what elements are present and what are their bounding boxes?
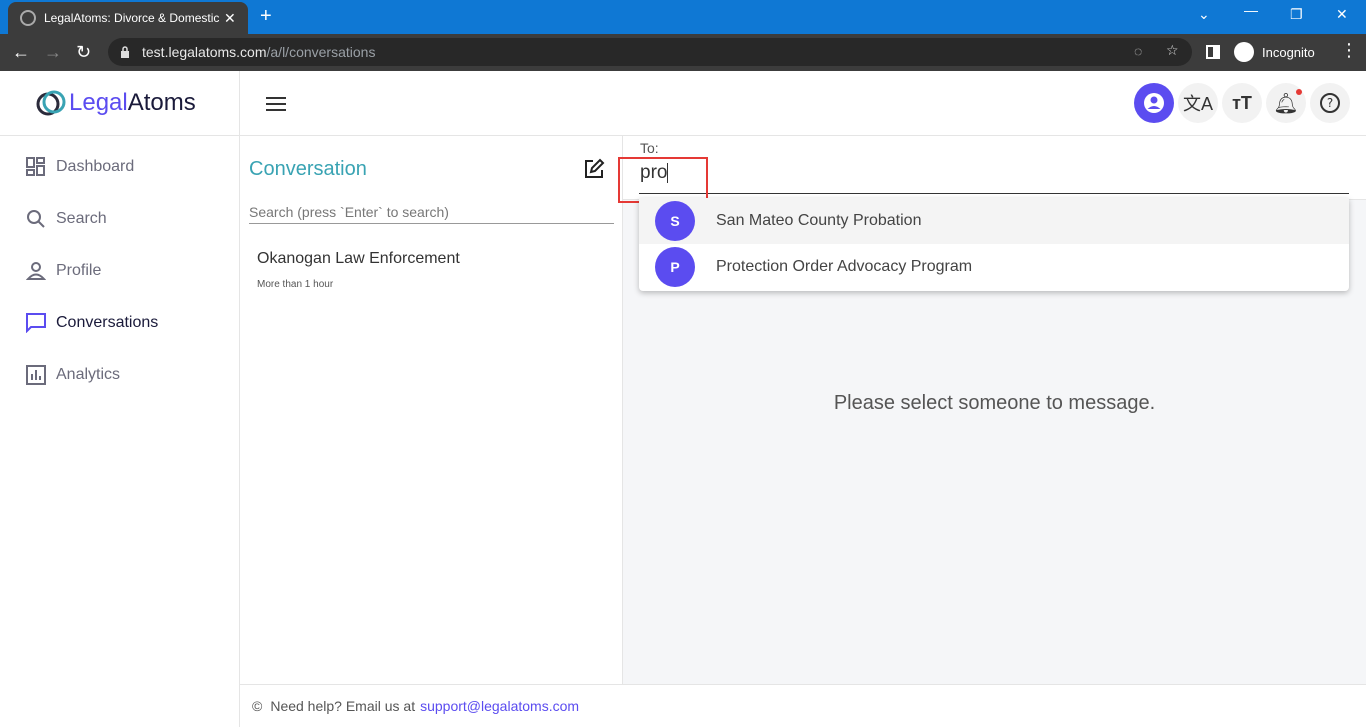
app-header: 文A тT 🔔︎ ? xyxy=(240,71,1366,136)
recipient-suggestions-dropdown: S San Mateo County Probation P Protectio… xyxy=(639,198,1349,291)
notification-bell-icon[interactable]: 🔔︎ xyxy=(1266,83,1306,123)
avatar: S xyxy=(655,201,695,241)
conversation-list-item[interactable]: Okanogan Law Enforcement More than 1 hou… xyxy=(257,250,460,290)
conversation-time: More than 1 hour xyxy=(257,279,334,290)
side-panel-icon[interactable] xyxy=(1206,45,1220,59)
menu-dots-icon[interactable]: ⋮ xyxy=(1340,40,1358,60)
incognito-badge[interactable]: Incognito xyxy=(1234,40,1315,64)
avatar: P xyxy=(655,247,695,287)
sidebar-item-label: Analytics xyxy=(56,366,121,383)
suggestion-name: Protection Order Advocacy Program xyxy=(716,258,973,275)
reload-icon[interactable]: ↻ xyxy=(76,42,91,62)
suggestion-option[interactable]: P Protection Order Advocacy Program xyxy=(639,244,1349,290)
conversation-search-input[interactable]: Search (press `Enter` to search) xyxy=(249,202,614,224)
conversation-name: Okanogan Law Enforcement xyxy=(257,250,460,267)
forward-icon[interactable]: → xyxy=(44,42,62,62)
footer: © Need help? Email us at support@legalat… xyxy=(240,684,1366,727)
sidebar-item-conversations[interactable]: Conversations xyxy=(26,311,158,335)
dashboard-icon xyxy=(26,157,45,176)
window-close-icon[interactable]: ✕ xyxy=(1336,6,1348,23)
incognito-icon xyxy=(1234,42,1254,62)
translate-icon[interactable]: 文A xyxy=(1178,83,1218,123)
support-email-link[interactable]: support@legalatoms.com xyxy=(420,698,579,714)
to-label: To: xyxy=(640,140,659,156)
browser-tab-bar: LegalAtoms: Divorce & Domestic ✕ + ⌄ — ❐… xyxy=(0,0,1366,34)
person-icon xyxy=(26,262,46,280)
legalatoms-logo-icon xyxy=(36,90,66,116)
account-icon[interactable] xyxy=(1134,83,1174,123)
message-pane: To: pro S San Mateo County Probation P P… xyxy=(618,136,1366,684)
tab-favicon-icon xyxy=(20,10,36,26)
browser-tab[interactable]: LegalAtoms: Divorce & Domestic ✕ xyxy=(8,2,248,34)
new-tab-icon[interactable]: + xyxy=(260,6,272,26)
browser-toolbar: ← → ↻ test.legalatoms.com/a/l/conversati… xyxy=(0,34,1366,71)
url-text: test.legalatoms.com/a/l/conversations xyxy=(142,44,376,60)
brand-logo[interactable]: LegalAtoms xyxy=(0,71,240,136)
sidebar-item-profile[interactable]: Profile xyxy=(26,259,101,283)
brand-name: LegalAtoms xyxy=(69,89,196,116)
sidebar-item-dashboard[interactable]: Dashboard xyxy=(26,155,134,179)
notification-dot xyxy=(1296,89,1302,95)
sidebar-item-search[interactable]: Search xyxy=(26,207,107,231)
tab-search-chevron-icon[interactable]: ⌄ xyxy=(1198,6,1210,23)
suggestion-option[interactable]: S San Mateo County Probation xyxy=(639,198,1349,244)
star-icon[interactable]: ☆ xyxy=(1166,42,1179,59)
back-icon[interactable]: ← xyxy=(12,42,30,62)
hamburger-menu-icon[interactable] xyxy=(266,97,286,111)
suggestion-name: San Mateo County Probation xyxy=(716,212,922,229)
tab-close-icon[interactable]: ✕ xyxy=(224,10,236,27)
help-icon[interactable]: ? xyxy=(1310,83,1350,123)
sidebar: Dashboard Search Profile Conversations A… xyxy=(0,136,240,727)
svg-text:?: ? xyxy=(1327,96,1333,110)
text-size-icon[interactable]: тT xyxy=(1222,83,1262,123)
empty-state-message: Please select someone to message. xyxy=(833,392,1156,414)
address-bar[interactable]: test.legalatoms.com/a/l/conversations ◌ … xyxy=(108,38,1192,66)
chat-icon xyxy=(26,313,46,333)
recipient-input[interactable]: pro xyxy=(639,162,1349,194)
highlight-box xyxy=(618,157,708,203)
analytics-icon xyxy=(26,365,46,385)
sidebar-item-label: Conversations xyxy=(56,314,159,331)
restore-icon[interactable]: ❐ xyxy=(1290,6,1303,23)
sidebar-item-label: Search xyxy=(56,210,107,227)
incognito-label: Incognito xyxy=(1262,44,1315,60)
tab-title: LegalAtoms: Divorce & Domestic xyxy=(44,11,220,25)
conversation-list-panel: Conversation Search (press `Enter` to se… xyxy=(240,136,623,684)
eye-off-icon[interactable]: ◌ xyxy=(1134,43,1142,59)
recipient-header: To: pro xyxy=(618,136,1366,203)
lock-icon xyxy=(121,46,129,58)
compose-edit-icon[interactable] xyxy=(583,158,605,180)
sidebar-item-label: Profile xyxy=(56,262,102,279)
help-text: Need help? Email us at xyxy=(270,698,416,714)
sidebar-item-label: Dashboard xyxy=(56,158,135,175)
copyright-symbol: © xyxy=(252,698,263,714)
conversation-panel-title: Conversation xyxy=(249,158,367,180)
search-icon xyxy=(27,210,45,228)
minimize-icon[interactable]: — xyxy=(1244,2,1258,18)
sidebar-item-analytics[interactable]: Analytics xyxy=(26,363,120,387)
